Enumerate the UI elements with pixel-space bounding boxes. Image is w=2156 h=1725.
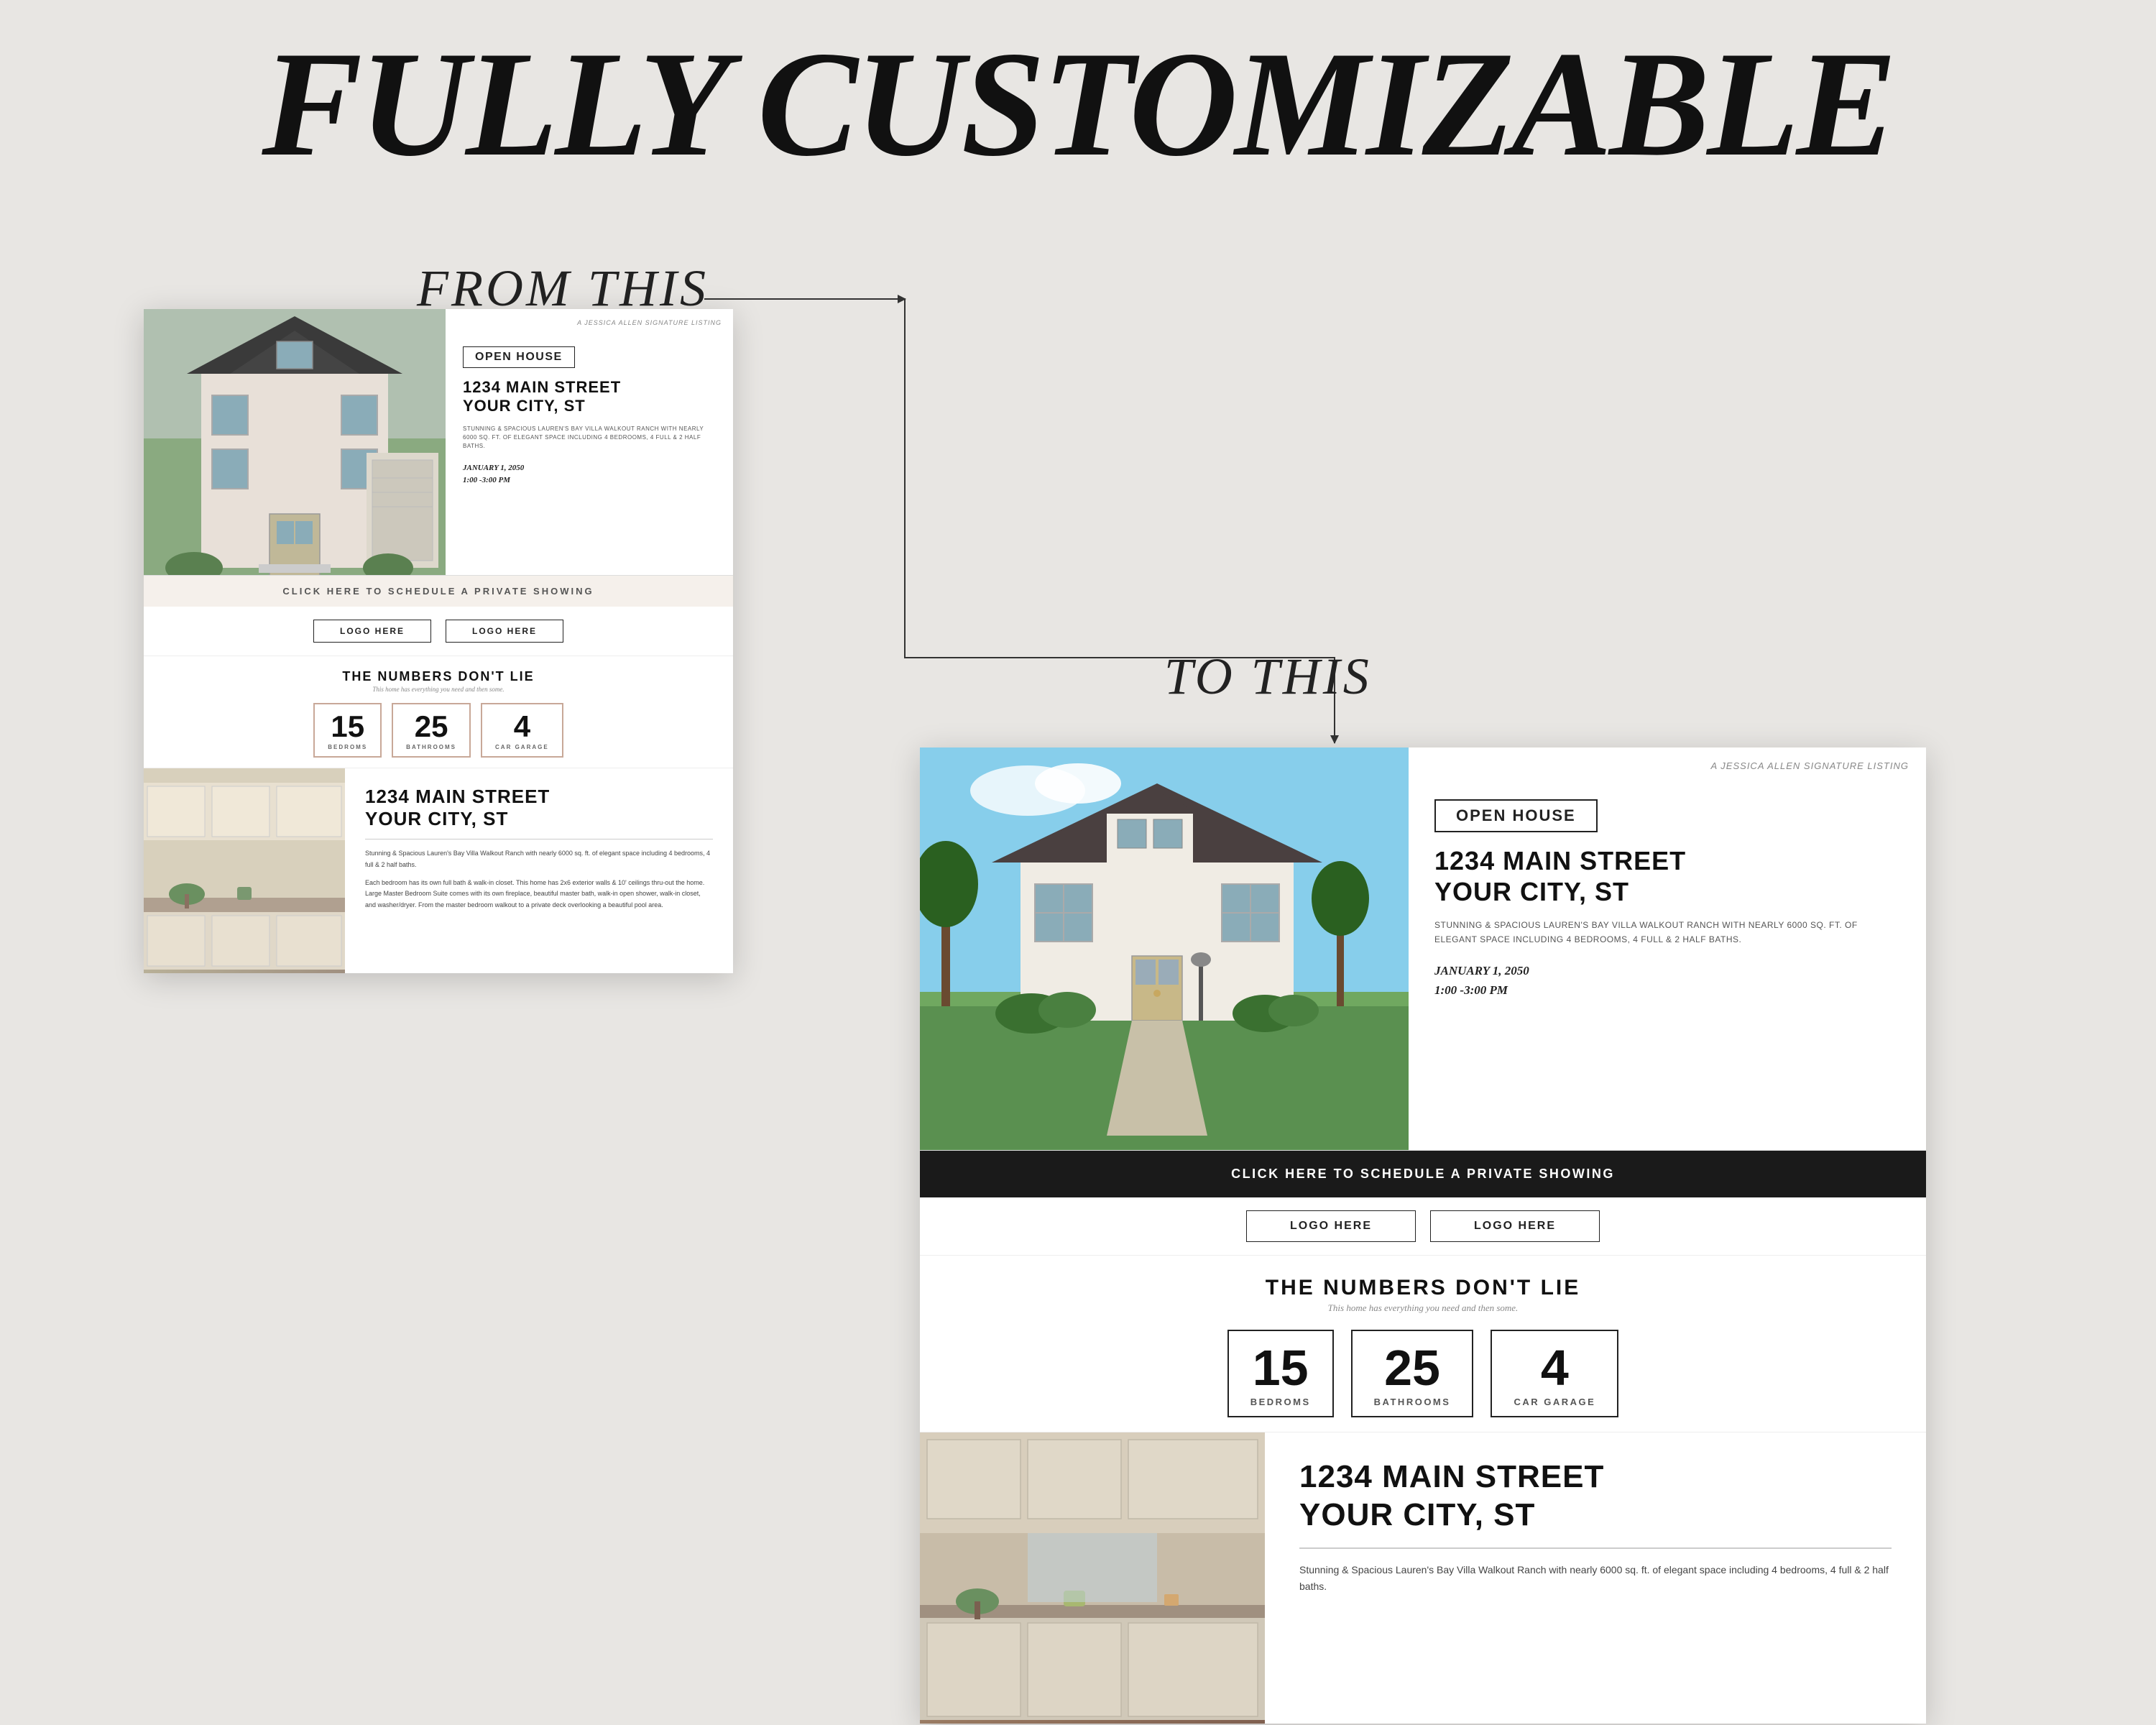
kitchen-image (144, 768, 345, 973)
flyer-right: A JESSICA ALLEN SIGNATURE LISTING OPEN H… (920, 748, 1926, 1724)
flyer-right-top: A JESSICA ALLEN SIGNATURE LISTING OPEN H… (920, 748, 1926, 1150)
numbers-sub: This home has everything you need and th… (158, 686, 719, 693)
flyer-right-text: A JESSICA ALLEN SIGNATURE LISTING OPEN H… (1409, 748, 1926, 1150)
stat-right-bedrooms-number: 15 (1250, 1343, 1311, 1393)
stat-right-bathrooms-number: 25 (1374, 1343, 1451, 1393)
numbers-section: THE NUMBERS DON'T LIE This home has ever… (144, 656, 733, 768)
logo-box-right-1[interactable]: LOGO HERE (1246, 1210, 1416, 1242)
numbers-heading-right: THE NUMBERS DON'T LIE (949, 1276, 1897, 1300)
numbers-section-right: THE NUMBERS DON'T LIE This home has ever… (920, 1256, 1926, 1432)
page-title: FULLY CUSTOMIZABLE (0, 0, 2156, 180)
flyer-bottom-text: 1234 MAIN STREET YOUR CITY, ST Stunning … (345, 768, 733, 973)
interior-svg (920, 1432, 1265, 1720)
stat-bathrooms: 25 BATHROOMS (392, 703, 471, 758)
stats-row-right: 15 BEDROMS 25 BATHROOMS 4 CAR GARAGE (949, 1330, 1897, 1417)
stat-right-bathrooms-label: BATHROOMS (1374, 1397, 1451, 1407)
flyer-right-house-image (920, 748, 1409, 1150)
stat-right-bedrooms: 15 BEDROMS (1227, 1330, 1334, 1417)
property-address: 1234 MAIN STREET YOUR CITY, ST (463, 378, 716, 416)
signature-text: A JESSICA ALLEN SIGNATURE LISTING (577, 319, 722, 326)
flyer-left-house-image (144, 309, 446, 575)
bottom-desc-2: Each bedroom has its own full bath & wal… (365, 878, 713, 911)
property-address-right: 1234 MAIN STREET YOUR CITY, ST (1434, 845, 1900, 907)
bottom-address-right: 1234 MAIN STREET YOUR CITY, ST (1299, 1458, 1892, 1549)
stat-bathrooms-label: BATHROOMS (406, 744, 456, 750)
stat-bedrooms: 15 BEDROMS (313, 703, 382, 758)
schedule-bar-right[interactable]: CLICK HERE TO SCHEDULE A PRIVATE SHOWING (920, 1150, 1926, 1197)
numbers-sub-right: This home has everything you need and th… (949, 1302, 1897, 1314)
arrow-from (704, 298, 906, 300)
numbers-heading: THE NUMBERS DON'T LIE (158, 669, 719, 684)
stat-bathrooms-number: 25 (406, 712, 456, 742)
bottom-desc-right: Stunning & Spacious Lauren's Bay Villa W… (1299, 1562, 1892, 1596)
open-house-badge: OPEN HOUSE (463, 346, 575, 368)
flyer-right-bottom-text: 1234 MAIN STREET YOUR CITY, ST Stunning … (1265, 1432, 1926, 1724)
flyer-left: A JESSICA ALLEN SIGNATURE LISTING OPEN H… (144, 309, 733, 973)
stat-garage: 4 CAR GARAGE (481, 703, 563, 758)
stat-bedrooms-number: 15 (328, 712, 367, 742)
stat-garage-label: CAR GARAGE (495, 744, 549, 750)
open-house-badge-right: OPEN HOUSE (1434, 799, 1598, 832)
stat-right-garage-label: CAR GARAGE (1514, 1397, 1595, 1407)
property-date: JANUARY 1, 2050 1:00 -3:00 PM (463, 462, 716, 487)
house-svg (144, 309, 446, 575)
property-description: STUNNING & SPACIOUS LAUREN'S BAY VILLA W… (463, 425, 716, 451)
flyer-top-row: A JESSICA ALLEN SIGNATURE LISTING OPEN H… (144, 309, 733, 575)
logo-row-right: LOGO HERE LOGO HERE (920, 1197, 1926, 1256)
kitchen-svg (144, 768, 345, 970)
stat-right-garage: 4 CAR GARAGE (1491, 1330, 1618, 1417)
flyer-left-text: A JESSICA ALLEN SIGNATURE LISTING OPEN H… (446, 309, 733, 575)
logo-box-1[interactable]: LOGO HERE (313, 620, 431, 643)
signature-text-right: A JESSICA ALLEN SIGNATURE LISTING (1711, 760, 1909, 771)
to-this-label: TO THIS (1164, 647, 1372, 707)
property-description-right: STUNNING & SPACIOUS LAUREN'S BAY VILLA W… (1434, 919, 1900, 946)
bottom-desc-1: Stunning & Spacious Lauren's Bay Villa W… (365, 848, 713, 870)
logo-row: LOGO HERE LOGO HERE (144, 607, 733, 656)
property-date-right: JANUARY 1, 2050 1:00 -3:00 PM (1434, 961, 1900, 1000)
stat-right-garage-number: 4 (1514, 1343, 1595, 1393)
logo-box-2[interactable]: LOGO HERE (446, 620, 563, 643)
bottom-address: 1234 MAIN STREET YOUR CITY, ST (365, 786, 713, 840)
stat-garage-number: 4 (495, 712, 549, 742)
schedule-bar[interactable]: CLICK HERE TO SCHEDULE A PRIVATE SHOWING (144, 575, 733, 607)
stat-right-bedrooms-label: BEDROMS (1250, 1397, 1311, 1407)
flyer-right-bottom: 1234 MAIN STREET YOUR CITY, ST Stunning … (920, 1432, 1926, 1724)
house-right-svg (920, 748, 1409, 1150)
flyer-left-bottom: 1234 MAIN STREET YOUR CITY, ST Stunning … (144, 768, 733, 973)
stat-bedrooms-label: BEDROMS (328, 744, 367, 750)
logo-box-right-2[interactable]: LOGO HERE (1430, 1210, 1600, 1242)
arrow-vertical (904, 298, 906, 658)
stats-row: 15 BEDROMS 25 BATHROOMS 4 CAR GARAGE (158, 703, 719, 758)
stat-right-bathrooms: 25 BATHROOMS (1351, 1330, 1474, 1417)
interior-image-right (920, 1432, 1265, 1724)
